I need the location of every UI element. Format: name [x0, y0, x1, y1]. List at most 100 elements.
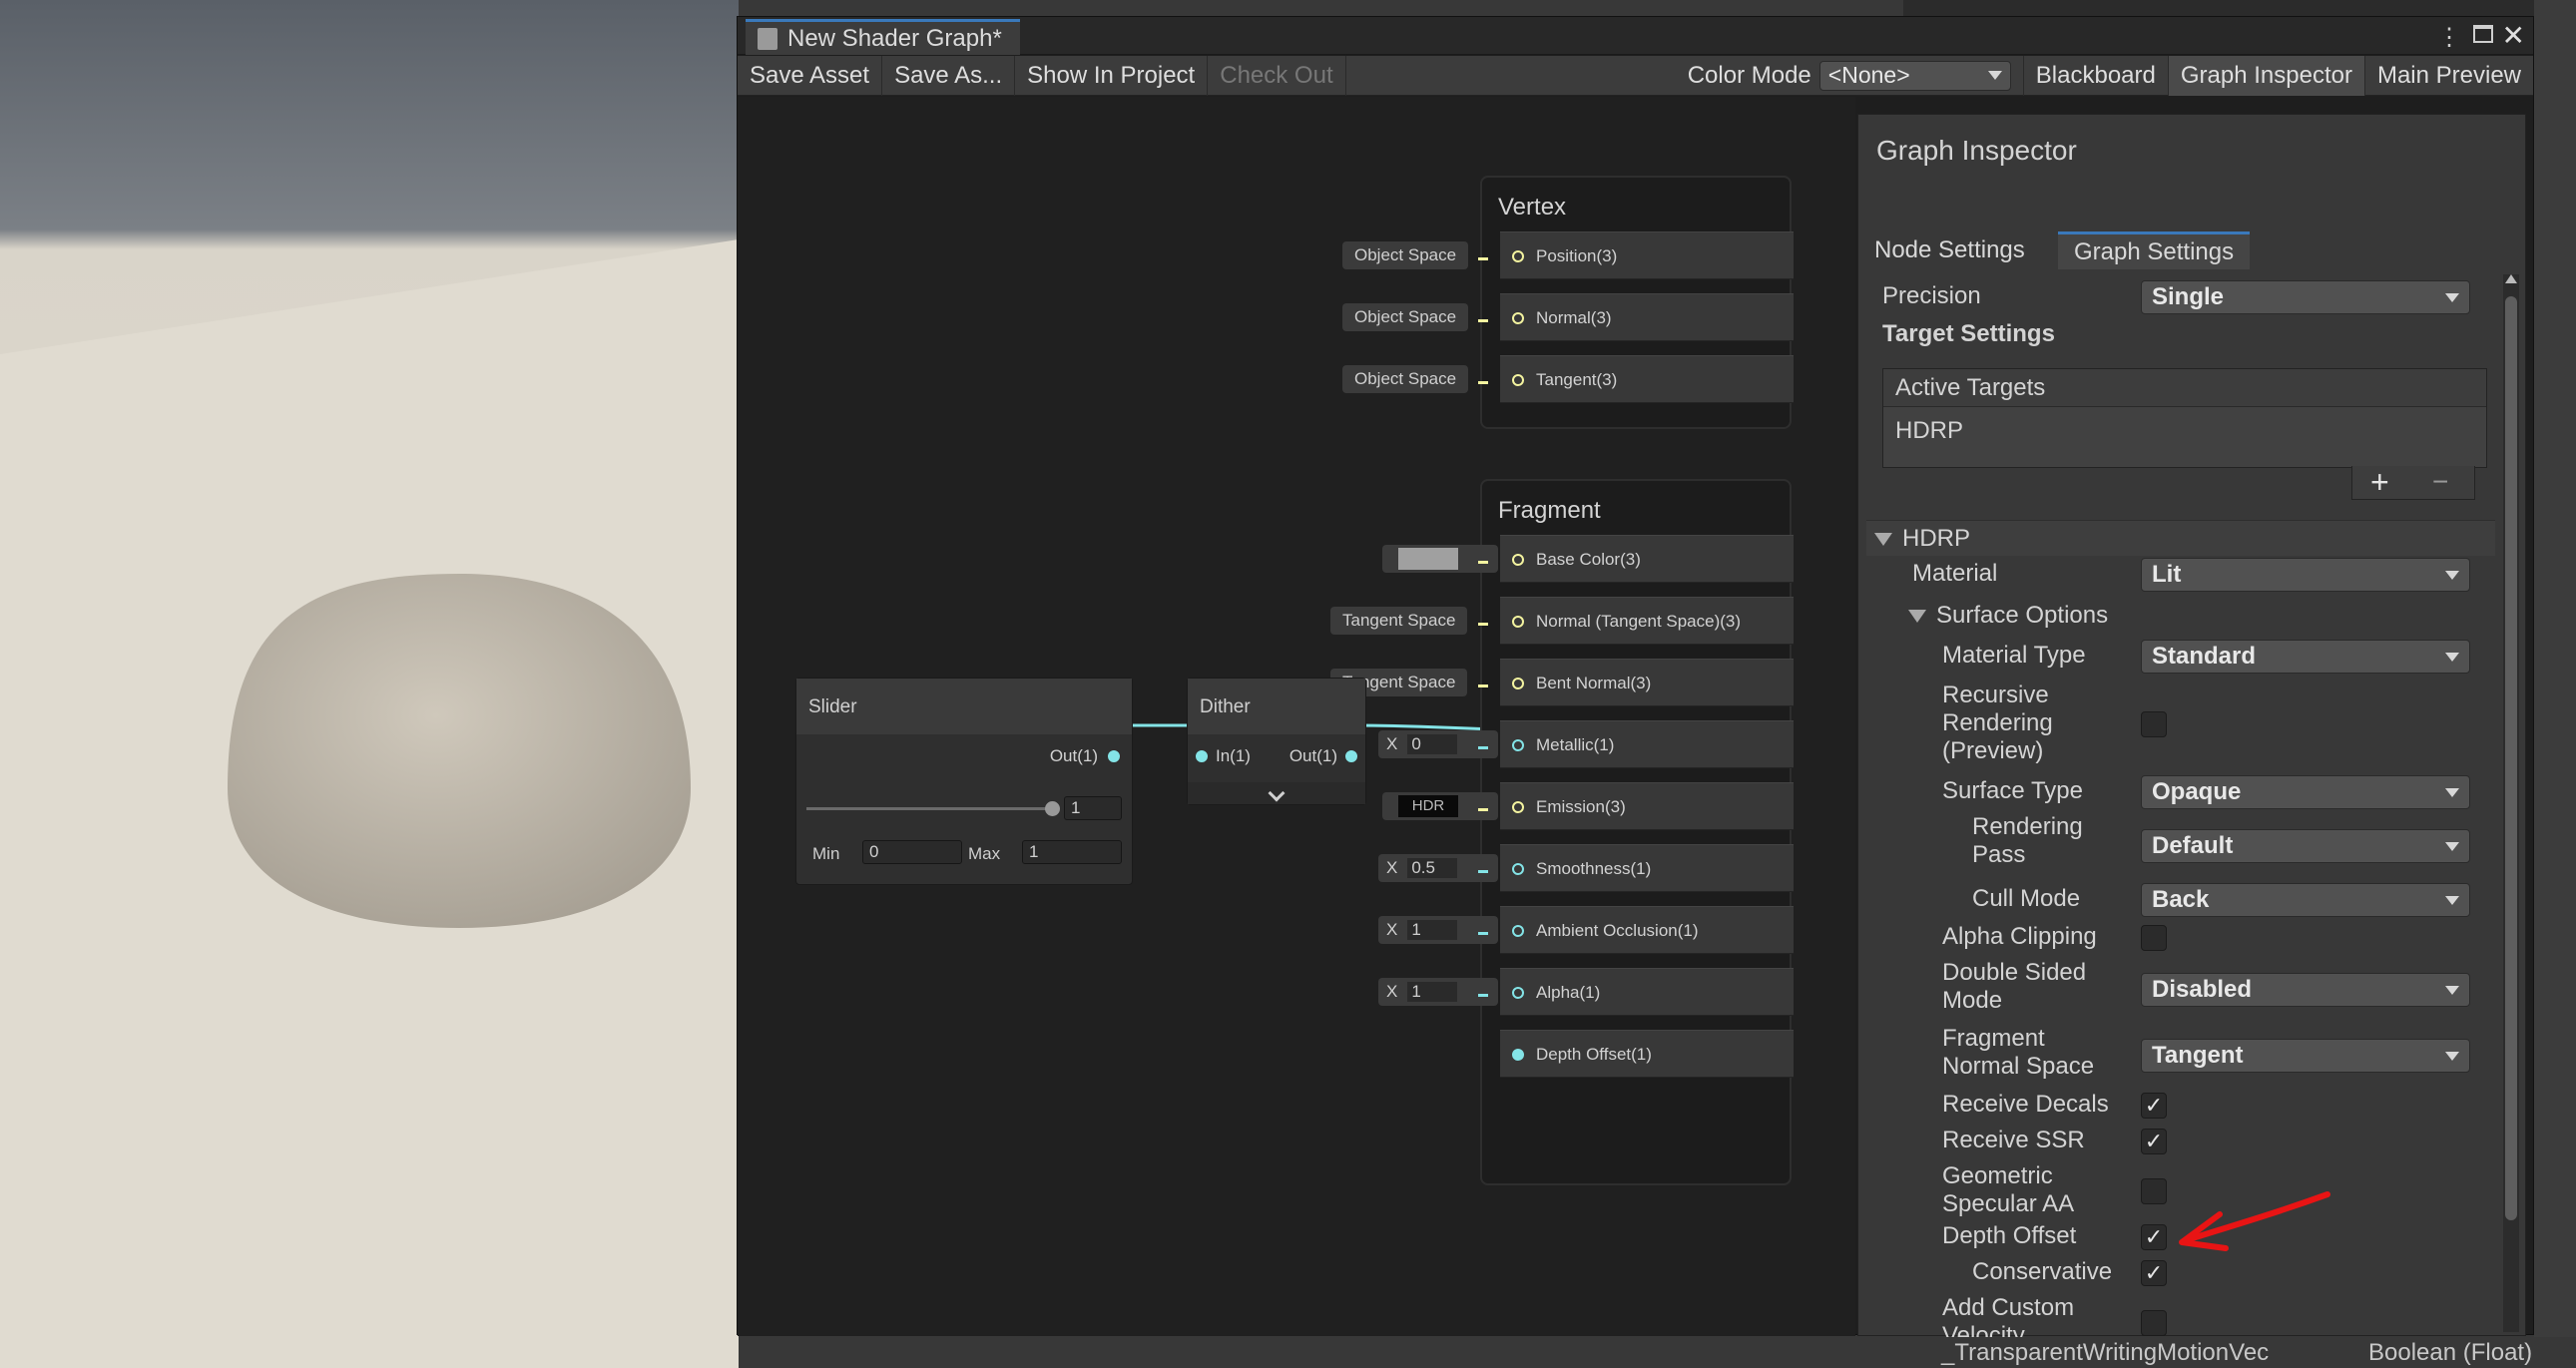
inspector-scrollbar[interactable]: [2503, 274, 2519, 1332]
tab-node-settings[interactable]: Node Settings: [1858, 231, 2041, 269]
main-preview-button[interactable]: Main Preview: [2365, 56, 2533, 96]
vec3-port-icon[interactable]: [1512, 616, 1524, 628]
vertex-context[interactable]: Vertex Position(3) Normal(3) Tangent(3): [1480, 176, 1794, 429]
graph-canvas[interactable]: Vertex Position(3) Normal(3) Tangent(3) …: [738, 97, 1855, 1336]
save-asset-button[interactable]: Save Asset: [738, 55, 883, 96]
ambient-occlusion-field[interactable]: X1: [1378, 916, 1498, 944]
receive-ssr-checkbox[interactable]: ✓: [2141, 1129, 2167, 1154]
target-item-hdrp[interactable]: HDRP: [1883, 407, 2486, 455]
maximize-icon[interactable]: [2473, 25, 2493, 43]
surface-type-dropdown[interactable]: Opaque: [2141, 775, 2470, 809]
more-options-icon[interactable]: ⋮: [2437, 23, 2461, 52]
dither-out-port[interactable]: Out(1): [1289, 746, 1357, 766]
smoothness-value[interactable]: 0.5: [1407, 858, 1458, 878]
dither-expand-toggle[interactable]: [1188, 782, 1365, 804]
scene-view[interactable]: [0, 0, 739, 1368]
slider-max-field[interactable]: 1: [1022, 840, 1122, 864]
vertex-port-position[interactable]: Position(3): [1500, 231, 1794, 279]
precision-dropdown[interactable]: Single: [2141, 280, 2470, 314]
float-port-icon[interactable]: [1512, 739, 1524, 751]
tangent-space-field[interactable]: Object Space: [1342, 365, 1469, 393]
recursive-rendering-checkbox[interactable]: [2141, 711, 2167, 737]
scrollbar-thumb[interactable]: [2505, 296, 2517, 1220]
float-port-icon[interactable]: [1512, 987, 1524, 999]
fragment-normal-space-value: Tangent: [2152, 1042, 2244, 1069]
float-port-icon[interactable]: [1512, 925, 1524, 937]
add-target-icon[interactable]: +: [2370, 464, 2389, 501]
float-port-icon[interactable]: [1512, 863, 1524, 875]
tab-graph-settings[interactable]: Graph Settings: [2058, 231, 2251, 269]
dither-in-port[interactable]: In(1): [1196, 746, 1251, 766]
alpha-clipping-checkbox[interactable]: [2141, 925, 2167, 951]
ao-value[interactable]: 1: [1407, 920, 1458, 940]
vertex-port-tangent[interactable]: Tangent(3): [1500, 355, 1794, 403]
fragment-port-depth-offset[interactable]: Depth Offset(1): [1500, 1030, 1794, 1078]
save-as-button[interactable]: Save As...: [882, 55, 1016, 96]
slider-min-field[interactable]: 0: [862, 840, 962, 864]
vec3-port-icon[interactable]: [1512, 678, 1524, 689]
inspector-title: Graph Inspector: [1876, 135, 2077, 166]
float-port-icon[interactable]: [1512, 1049, 1524, 1061]
vec3-port-icon[interactable]: [1512, 801, 1524, 813]
metallic-value[interactable]: 0: [1407, 734, 1458, 754]
vertex-port-normal[interactable]: Normal(3): [1500, 293, 1794, 341]
fragment-port-smoothness[interactable]: Smoothness(1): [1500, 844, 1794, 892]
hdrp-foldout[interactable]: HDRP: [1866, 520, 2495, 556]
blackboard-button[interactable]: Blackboard: [2022, 55, 2169, 96]
material-dropdown[interactable]: Lit: [2141, 558, 2470, 592]
fragment-port-metallic[interactable]: Metallic(1): [1500, 720, 1794, 768]
cull-mode-dropdown[interactable]: Back: [2141, 883, 2470, 917]
conservative-checkbox[interactable]: ✓: [2141, 1260, 2167, 1286]
precision-value: Single: [2152, 283, 2225, 310]
surface-type-value: Opaque: [2152, 778, 2242, 805]
slider-node[interactable]: Slider Out(1) 1 Min 0 Max 1: [795, 678, 1133, 885]
float-port-icon[interactable]: [1108, 750, 1120, 762]
color-mode-dropdown[interactable]: <None>: [1818, 60, 2011, 91]
fragment-port-base-color[interactable]: Base Color(3): [1500, 535, 1794, 583]
check-out-button[interactable]: Check Out: [1208, 55, 1346, 96]
vec3-port-icon[interactable]: [1512, 374, 1524, 386]
fragment-context[interactable]: Fragment Base Color(3) Normal (Tangent S…: [1480, 479, 1794, 1185]
float-port-icon[interactable]: [1345, 750, 1357, 762]
dither-node[interactable]: Dither In(1) Out(1): [1187, 678, 1366, 805]
receive-decals-checkbox[interactable]: ✓: [2141, 1093, 2167, 1119]
metallic-field[interactable]: X0: [1378, 730, 1498, 758]
alpha-value[interactable]: 1: [1407, 982, 1458, 1002]
fragment-normal-space-dropdown[interactable]: Tangent: [2141, 1039, 2470, 1073]
window-tab[interactable]: New Shader Graph*: [746, 19, 1020, 55]
material-type-dropdown[interactable]: Standard: [2141, 640, 2470, 674]
geometric-specular-aa-checkbox[interactable]: [2141, 1178, 2167, 1204]
vec3-port-icon[interactable]: [1512, 554, 1524, 566]
smoothness-field[interactable]: X 0.5: [1378, 854, 1498, 882]
depth-offset-checkbox[interactable]: ✓: [2141, 1224, 2167, 1250]
remove-target-icon[interactable]: −: [2432, 466, 2448, 498]
slider-out-port[interactable]: Out(1): [1050, 746, 1120, 766]
position-space-field[interactable]: Object Space: [1342, 241, 1469, 269]
float-port-icon[interactable]: [1196, 750, 1208, 762]
slider-handle[interactable]: [1045, 801, 1060, 816]
red-arrow-annotation: [2179, 1191, 2330, 1251]
show-in-project-button[interactable]: Show In Project: [1015, 55, 1209, 96]
vec3-port-icon[interactable]: [1512, 250, 1524, 262]
normal-space-field[interactable]: Object Space: [1342, 303, 1469, 331]
fragment-port-alpha[interactable]: Alpha(1): [1500, 968, 1794, 1016]
rendering-pass-dropdown[interactable]: Default: [2141, 829, 2470, 863]
close-icon[interactable]: ✕: [2502, 19, 2525, 52]
double-sided-dropdown[interactable]: Disabled: [2141, 973, 2470, 1007]
scroll-up-icon[interactable]: [2505, 274, 2517, 283]
slider-value-field[interactable]: 1: [1064, 796, 1122, 820]
vec3-port-icon[interactable]: [1512, 312, 1524, 324]
add-custom-velocity-checkbox[interactable]: [2141, 1310, 2167, 1336]
chevron-down-icon: [2445, 895, 2459, 905]
emission-hdr-field[interactable]: HDR: [1382, 792, 1498, 820]
slider-track[interactable]: [806, 801, 1060, 816]
base-color-swatch-field[interactable]: [1382, 545, 1498, 573]
fragment-port-bent-normal[interactable]: Bent Normal(3): [1500, 659, 1794, 706]
fragment-port-normal-ts[interactable]: Normal (Tangent Space)(3): [1500, 597, 1794, 645]
graph-inspector-button[interactable]: Graph Inspector: [2168, 55, 2365, 96]
alpha-field[interactable]: X1: [1378, 978, 1498, 1006]
fragment-port-emission[interactable]: Emission(3): [1500, 782, 1794, 830]
normal-ts-space-field[interactable]: Tangent Space: [1330, 607, 1468, 635]
fragment-port-ambient-occlusion[interactable]: Ambient Occlusion(1): [1500, 906, 1794, 954]
surface-options-foldout[interactable]: Surface Options: [1908, 602, 2108, 630]
